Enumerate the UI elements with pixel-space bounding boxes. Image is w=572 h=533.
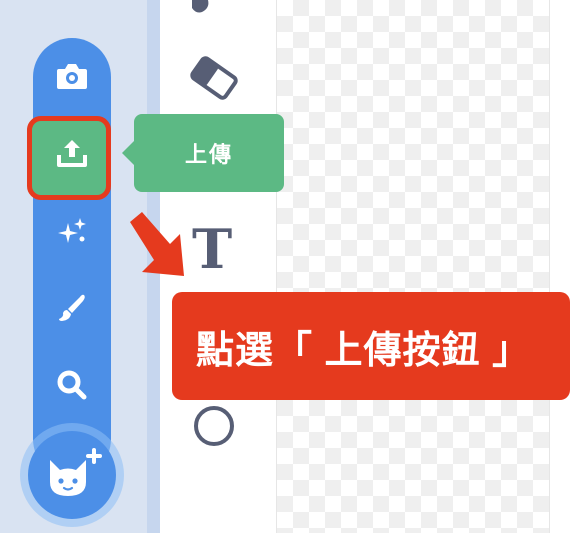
instruction-callout: 點選「 上傳按鈕 」 — [172, 292, 570, 400]
search-button[interactable] — [33, 355, 111, 415]
paint-button[interactable] — [33, 278, 111, 338]
pointer-arrow-icon — [130, 212, 184, 276]
eraser-icon[interactable] — [186, 50, 242, 106]
paint-canvas[interactable] — [277, 0, 549, 533]
camera-button[interactable] — [33, 46, 111, 106]
choose-sprite-button[interactable] — [28, 431, 116, 519]
paintbrush-icon — [59, 294, 85, 321]
search-icon — [57, 370, 87, 400]
callout-text: 點選「 上傳按鈕 」 — [196, 329, 532, 372]
tooltip-label: 上傳 — [184, 142, 233, 167]
circle-tool-icon[interactable] — [192, 404, 236, 448]
surprise-button[interactable] — [33, 201, 111, 261]
camera-icon — [57, 64, 87, 89]
fill-tool-icon[interactable] — [188, 0, 218, 18]
sparkles-icon — [58, 218, 86, 243]
sprite-choose-menu — [27, 38, 111, 478]
upload-tooltip: 上傳 — [134, 114, 284, 192]
cat-add-icon — [50, 448, 102, 496]
canvas-edge — [549, 0, 572, 533]
upload-button-icon-wrap — [33, 123, 111, 183]
tooltip-arrow — [122, 141, 134, 165]
upload-icon — [57, 140, 87, 167]
